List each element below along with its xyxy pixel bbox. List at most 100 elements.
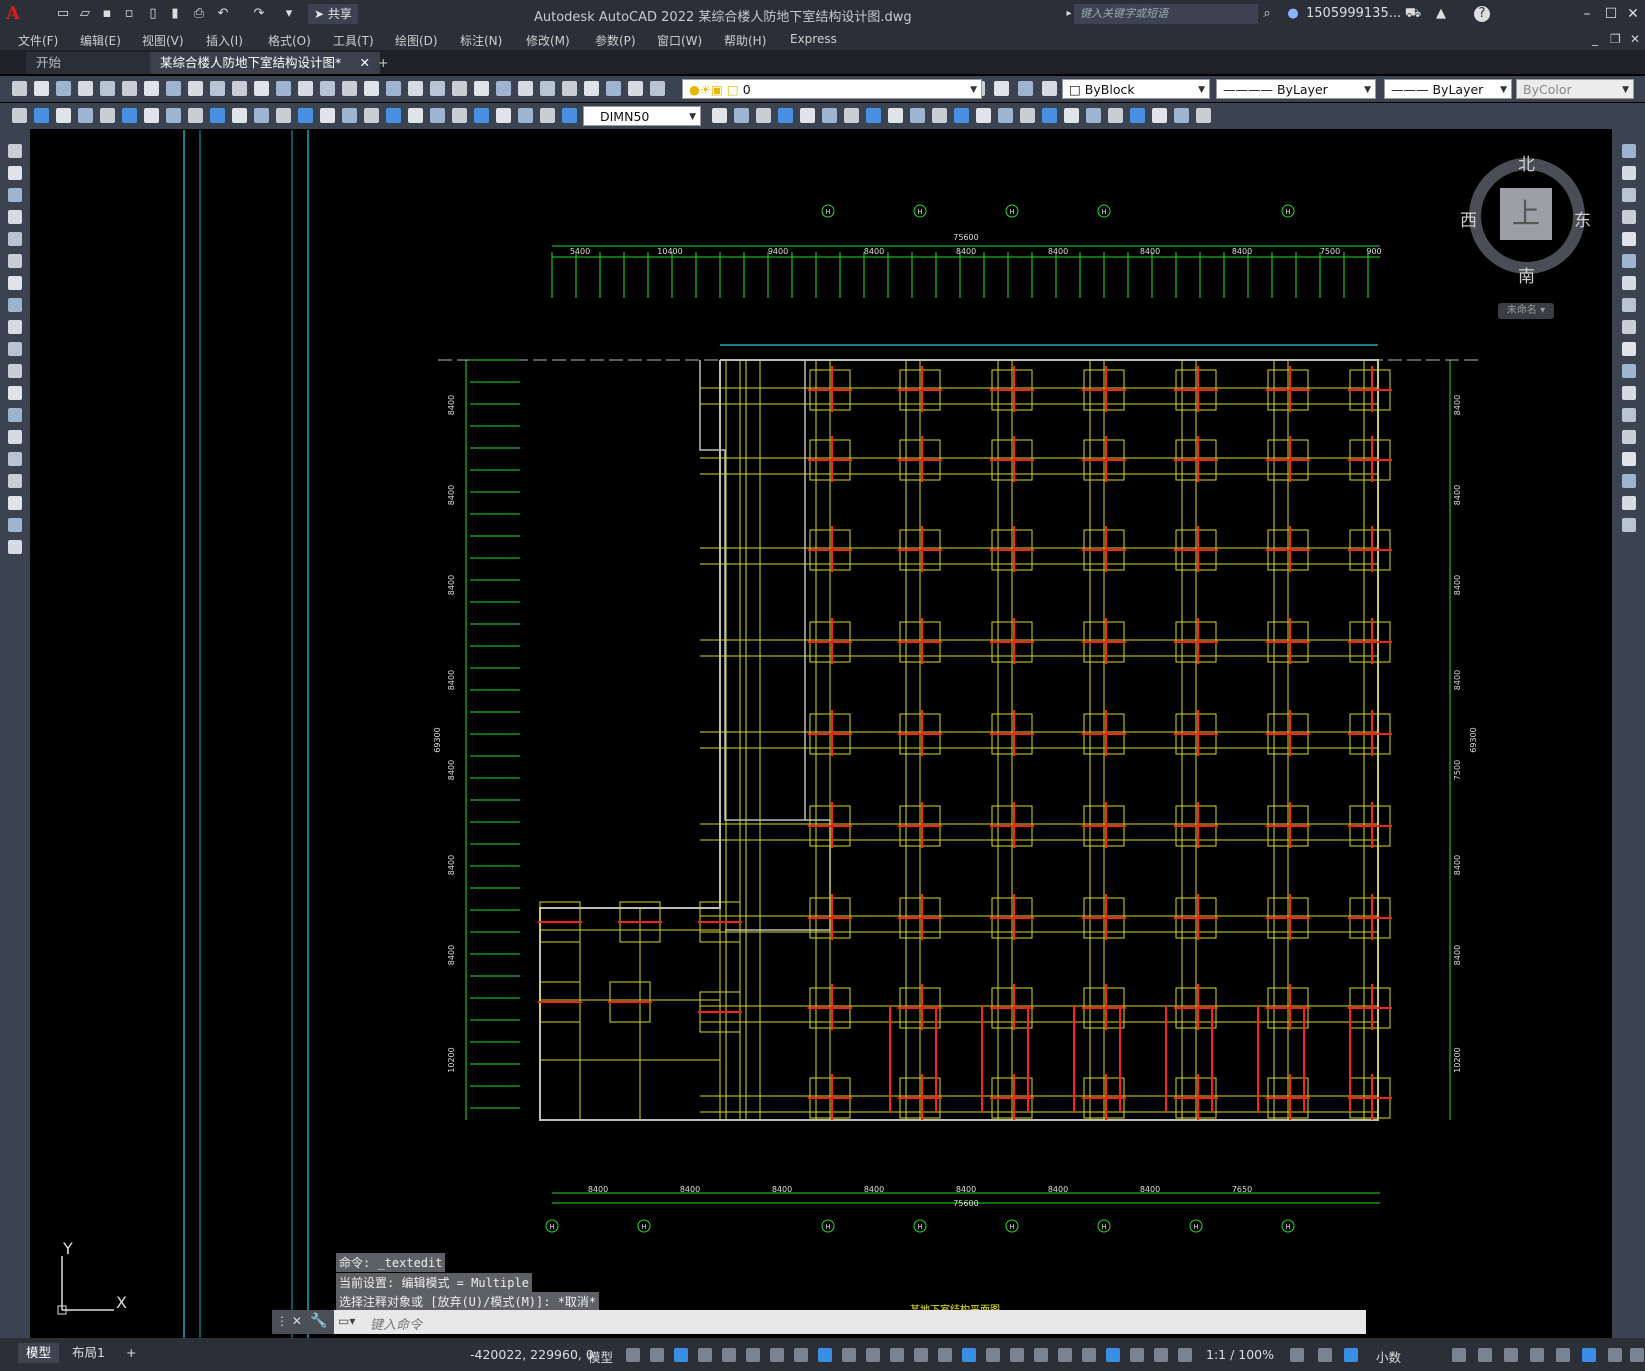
standard-tool-27-icon[interactable] bbox=[584, 81, 599, 96]
dim-tool-16-icon[interactable] bbox=[342, 108, 357, 123]
add-layout-button[interactable]: + bbox=[118, 1343, 144, 1363]
draw-tool-12-icon[interactable] bbox=[8, 386, 22, 400]
standard-tool-9-icon[interactable] bbox=[188, 81, 203, 96]
menu-modify[interactable]: 修改(M) bbox=[526, 32, 570, 49]
dim-tool-4-icon[interactable] bbox=[78, 108, 93, 123]
autodesk-app-icon[interactable]: ▲ bbox=[1432, 5, 1450, 23]
dim-tool-45-icon[interactable] bbox=[1108, 108, 1123, 123]
modify-tool-11-icon[interactable] bbox=[1622, 364, 1636, 378]
standard-tool-26-icon[interactable] bbox=[562, 81, 577, 96]
tab-model[interactable]: 模型 bbox=[18, 1343, 60, 1363]
status-toggle-19-icon[interactable] bbox=[1058, 1348, 1072, 1362]
modify-tool-15-icon[interactable] bbox=[1622, 452, 1636, 466]
menu-dimension[interactable]: 标注(N) bbox=[460, 32, 502, 49]
menu-file[interactable]: 文件(F) bbox=[18, 32, 58, 49]
status-toggle-15-icon[interactable] bbox=[962, 1348, 976, 1362]
dim-tool-15-icon[interactable] bbox=[320, 108, 335, 123]
status-toggle-28-icon[interactable] bbox=[1452, 1348, 1466, 1362]
dimstyle-combo[interactable]: DIMN50 ▼ bbox=[583, 106, 701, 126]
standard-tool-3-icon[interactable] bbox=[56, 81, 71, 96]
status-toggle-34-icon[interactable] bbox=[1608, 1348, 1622, 1362]
modify-tool-3-icon[interactable] bbox=[1622, 188, 1636, 202]
status-toggle-13-icon[interactable] bbox=[914, 1348, 928, 1362]
open-file-icon[interactable]: ▱ bbox=[76, 5, 94, 23]
plot-icon[interactable]: ⎙ bbox=[190, 5, 208, 23]
help-search-input[interactable]: 键入关键字或短语 bbox=[1074, 4, 1258, 24]
dim-tool-47-icon[interactable] bbox=[1152, 108, 1167, 123]
dim-tool-23-icon[interactable] bbox=[496, 108, 511, 123]
drawing-canvas[interactable]: H H H H H H H H H H H H H 75600 75600 69300 69300 某地… bbox=[30, 130, 1612, 1338]
menu-insert[interactable]: 插入(I) bbox=[206, 32, 243, 49]
dim-tool-13-icon[interactable] bbox=[276, 108, 291, 123]
draw-tool-14-icon[interactable] bbox=[8, 430, 22, 444]
dim-tool-30-icon[interactable] bbox=[778, 108, 793, 123]
save-web-icon[interactable]: ▮ bbox=[166, 5, 184, 23]
coordinate-readout[interactable]: -420022, 229960, 0 bbox=[470, 1347, 594, 1362]
status-toggle-20-icon[interactable] bbox=[1082, 1348, 1096, 1362]
dim-tool-28-icon[interactable] bbox=[734, 108, 749, 123]
draw-tool-11-icon[interactable] bbox=[8, 364, 22, 378]
standard-tool-23-icon[interactable] bbox=[496, 81, 511, 96]
dim-tool-22-icon[interactable] bbox=[474, 108, 489, 123]
search-icon[interactable]: ⌕ bbox=[1258, 5, 1276, 23]
dim-tool-44-icon[interactable] bbox=[1086, 108, 1101, 123]
dim-tool-24-icon[interactable] bbox=[518, 108, 533, 123]
status-toggle-7-icon[interactable] bbox=[770, 1348, 784, 1362]
viewcube-top-face[interactable]: 上 bbox=[1500, 188, 1552, 240]
dim-tool-33-icon[interactable] bbox=[844, 108, 859, 123]
modify-tool-9-icon[interactable] bbox=[1622, 320, 1636, 334]
draw-tool-16-icon[interactable] bbox=[8, 474, 22, 488]
dim-tool-20-icon[interactable] bbox=[430, 108, 445, 123]
dim-tool-27-icon[interactable] bbox=[712, 108, 727, 123]
standard-tool-15-icon[interactable] bbox=[320, 81, 335, 96]
user-account[interactable]: 1505999135... bbox=[1306, 6, 1401, 21]
standard-tool-6-icon[interactable] bbox=[122, 81, 137, 96]
viewcube-east[interactable]: 东 bbox=[1574, 206, 1591, 231]
standard-tool-32-icon[interactable] bbox=[994, 81, 1009, 96]
modify-tool-18-icon[interactable] bbox=[1622, 518, 1636, 532]
dim-tool-26-icon[interactable] bbox=[562, 108, 577, 123]
minimize-button[interactable]: – bbox=[1576, 4, 1598, 24]
modify-tool-8-icon[interactable] bbox=[1622, 298, 1636, 312]
status-toggle-14-icon[interactable] bbox=[938, 1348, 952, 1362]
share-button[interactable]: ➤ 共享 bbox=[308, 4, 358, 24]
dim-tool-49-icon[interactable] bbox=[1196, 108, 1211, 123]
standard-tool-8-icon[interactable] bbox=[166, 81, 181, 96]
dim-tool-14-icon[interactable] bbox=[298, 108, 313, 123]
modify-tool-7-icon[interactable] bbox=[1622, 276, 1636, 290]
menu-window[interactable]: 窗口(W) bbox=[657, 32, 702, 49]
cart-icon[interactable]: ⛟ bbox=[1404, 5, 1422, 23]
modify-tool-4-icon[interactable] bbox=[1622, 210, 1636, 224]
dim-tool-7-icon[interactable] bbox=[144, 108, 159, 123]
doc-close-icon[interactable]: ✕ bbox=[1630, 32, 1640, 46]
plotstyle-combo[interactable]: ByColor ▼ bbox=[1516, 79, 1634, 99]
dim-tool-46-icon[interactable] bbox=[1130, 108, 1145, 123]
draw-tool-1-icon[interactable] bbox=[8, 144, 22, 158]
dim-tool-36-icon[interactable] bbox=[910, 108, 925, 123]
status-toggle-33-icon[interactable] bbox=[1582, 1348, 1596, 1362]
status-toggle-9-icon[interactable] bbox=[818, 1348, 832, 1362]
standard-tool-14-icon[interactable] bbox=[298, 81, 313, 96]
close-button[interactable]: ✕ bbox=[1622, 4, 1644, 24]
dim-tool-18-icon[interactable] bbox=[386, 108, 401, 123]
status-toggle-8-icon[interactable] bbox=[794, 1348, 808, 1362]
dim-tool-9-icon[interactable] bbox=[188, 108, 203, 123]
tab-layout1[interactable]: 布局1 bbox=[64, 1343, 113, 1363]
ucs-menu[interactable]: 未命名 ▾ bbox=[1498, 303, 1554, 319]
modify-tool-2-icon[interactable] bbox=[1622, 166, 1636, 180]
status-toggle-2-icon[interactable] bbox=[650, 1348, 664, 1362]
status-toggle-6-icon[interactable] bbox=[746, 1348, 760, 1362]
dim-tool-39-icon[interactable] bbox=[976, 108, 991, 123]
draw-tool-6-icon[interactable] bbox=[8, 254, 22, 268]
modify-tool-1-icon[interactable] bbox=[1622, 144, 1636, 158]
dim-tool-43-icon[interactable] bbox=[1064, 108, 1079, 123]
standard-tool-29-icon[interactable] bbox=[628, 81, 643, 96]
status-toggle-21-icon[interactable] bbox=[1106, 1348, 1120, 1362]
save-icon[interactable]: ▪ bbox=[98, 5, 116, 23]
dim-tool-41-icon[interactable] bbox=[1020, 108, 1035, 123]
close-command-icon[interactable]: ⋮ ✕ bbox=[276, 1314, 302, 1328]
dim-tool-12-icon[interactable] bbox=[254, 108, 269, 123]
standard-tool-13-icon[interactable] bbox=[276, 81, 291, 96]
status-toggle-5-icon[interactable] bbox=[722, 1348, 736, 1362]
status-toggle-29-icon[interactable] bbox=[1478, 1348, 1492, 1362]
